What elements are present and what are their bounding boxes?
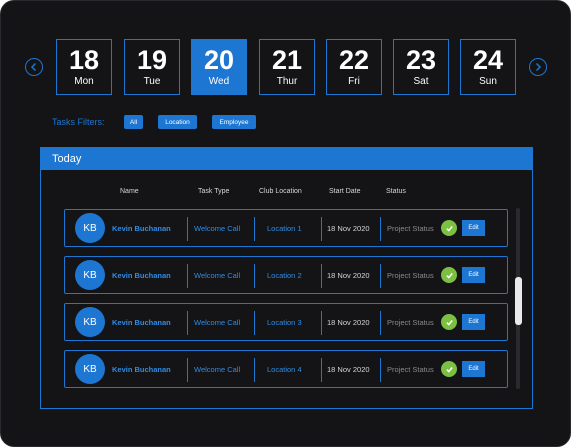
day-card-fri[interactable]: 22 Fri [326,39,382,95]
column-divider [380,264,381,288]
day-card-mon[interactable]: 18 Mon [56,39,112,95]
task-type[interactable]: Welcome Call [194,210,240,246]
club-location[interactable]: Location 2 [267,257,302,293]
column-divider [187,358,188,382]
day-name: Sun [479,76,497,87]
avatar: KB [75,260,105,290]
filter-all-button[interactable]: All [124,115,143,129]
filter-location-button[interactable]: Location [158,115,197,129]
edit-button[interactable]: Edit [462,267,485,283]
task-row[interactable]: KB Kevin Buchanan Welcome Call Location … [64,350,508,388]
column-divider [380,358,381,382]
filter-employee-button[interactable]: Employee [212,115,256,129]
employee-name[interactable]: Kevin Buchanan [112,351,171,387]
day-card-tue[interactable]: 19 Tue [124,39,180,95]
edit-button[interactable]: Edit [462,361,485,377]
filters-label: Tasks Filters: [52,117,105,127]
column-header-status: Status [386,188,406,195]
column-divider [380,311,381,335]
project-status: Project Status [387,223,434,233]
day-name: Thur [276,76,298,87]
panel-title: Today [41,148,532,170]
day-number: 18 [68,45,100,75]
column-divider [187,264,188,288]
column-divider [321,217,322,241]
day-card-thur[interactable]: 21 Thur [259,39,315,95]
task-row[interactable]: KB Kevin Buchanan Welcome Call Location … [64,256,508,294]
column-divider [254,358,255,382]
day-name: Sat [413,76,429,87]
task-type[interactable]: Welcome Call [194,351,240,387]
column-divider [380,217,381,241]
day-card-sat[interactable]: 23 Sat [393,39,449,95]
club-location[interactable]: Location 1 [267,210,302,246]
project-status: Project Status [387,364,434,374]
column-divider [254,264,255,288]
employee-name[interactable]: Kevin Buchanan [112,304,171,340]
project-status: Project Status [387,317,434,327]
day-card-wed-selected[interactable]: 20 Wed [191,39,247,95]
check-circle-icon [441,361,457,377]
start-date: 18 Nov 2020 [327,223,370,233]
chevron-right-icon[interactable] [529,58,547,76]
employee-name[interactable]: Kevin Buchanan [112,257,171,293]
start-date: 18 Nov 2020 [327,270,370,280]
task-row[interactable]: KB Kevin Buchanan Welcome Call Location … [64,209,508,247]
day-number: 22 [338,45,370,75]
app-frame: 18 Mon 19 Tue 20 Wed 21 Thur 22 Fri 23 S… [0,0,571,447]
start-date: 18 Nov 2020 [327,364,370,374]
scrollbar-thumb[interactable] [515,277,522,325]
column-header-start-date: Start Date [329,188,361,195]
day-name: Tue [143,76,161,87]
club-location[interactable]: Location 3 [267,304,302,340]
day-number: 24 [472,45,504,75]
day-number: 19 [136,45,168,75]
column-divider [321,358,322,382]
today-panel: Today Name Task Type Club Location Start… [40,147,533,409]
project-status: Project Status [387,270,434,280]
day-number: 21 [271,45,303,75]
edit-button[interactable]: Edit [462,220,485,236]
check-circle-icon [441,267,457,283]
column-divider [321,264,322,288]
task-type[interactable]: Welcome Call [194,304,240,340]
column-divider [254,217,255,241]
day-name: Wed [208,76,230,87]
task-row[interactable]: KB Kevin Buchanan Welcome Call Location … [64,303,508,341]
club-location[interactable]: Location 4 [267,351,302,387]
day-number: 20 [203,45,235,75]
chevron-left-icon[interactable] [25,58,43,76]
check-circle-icon [441,314,457,330]
check-circle-icon [441,220,457,236]
column-header-name: Name [120,188,139,195]
start-date: 18 Nov 2020 [327,317,370,327]
column-divider [254,311,255,335]
avatar: KB [75,213,105,243]
avatar: KB [75,354,105,384]
day-number: 23 [405,45,437,75]
edit-button[interactable]: Edit [462,314,485,330]
column-divider [187,311,188,335]
column-header-task-type: Task Type [198,188,230,195]
column-header-club-location: Club Location [259,188,302,195]
avatar: KB [75,307,105,337]
employee-name[interactable]: Kevin Buchanan [112,210,171,246]
task-type[interactable]: Welcome Call [194,257,240,293]
column-divider [321,311,322,335]
day-name: Fri [348,76,360,87]
column-divider [187,217,188,241]
day-name: Mon [74,76,94,87]
day-card-sun[interactable]: 24 Sun [460,39,516,95]
